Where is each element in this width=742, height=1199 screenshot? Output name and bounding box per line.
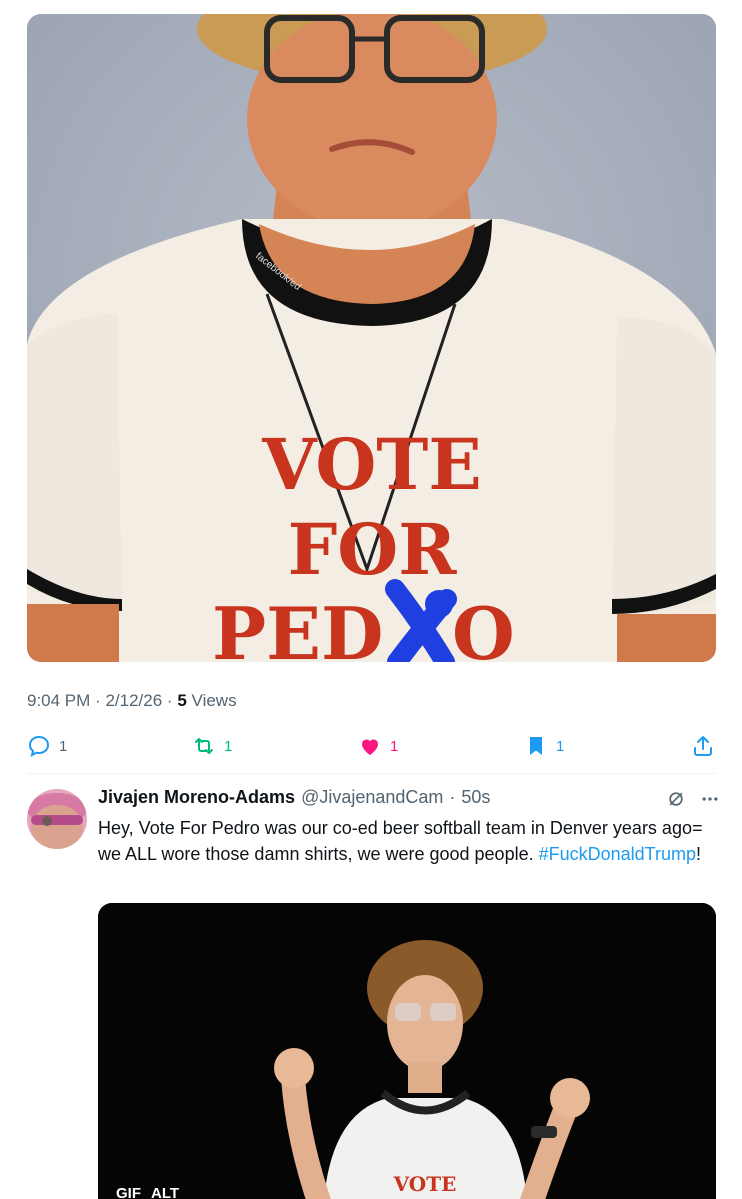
- vote-for-pedro-photo: facebook/ed VOTE FOR PED O: [27, 14, 716, 662]
- shirt-line-ped: PED: [212, 591, 383, 662]
- divider: [27, 773, 716, 774]
- reply-button[interactable]: 1: [27, 734, 67, 758]
- bookmark-button[interactable]: 1: [524, 734, 564, 758]
- retweet-count: 1: [224, 737, 233, 755]
- like-count: 1: [390, 737, 399, 755]
- meta-separator: ·: [95, 691, 101, 710]
- post-date[interactable]: 2/12/26: [105, 691, 162, 710]
- reply-count: 1: [59, 737, 68, 755]
- gif-shirt-text: VOTE: [393, 1172, 457, 1196]
- share-icon: [694, 736, 712, 756]
- reply-gif[interactable]: VOTE: [98, 903, 716, 1199]
- gif-badge: GIF: [116, 1185, 141, 1199]
- reply-header: Jivajen Moreno-Adams @JivajenandCam · 50…: [98, 787, 490, 808]
- post-image[interactable]: facebook/ed VOTE FOR PED O: [27, 14, 716, 662]
- grok-icon[interactable]: [666, 789, 686, 809]
- like-button[interactable]: 1: [358, 734, 398, 758]
- reply-author-name[interactable]: Jivajen Moreno-Adams: [98, 787, 295, 808]
- reply-icon: [28, 735, 50, 757]
- gif-badges: GIF ALT: [116, 1185, 179, 1199]
- reply-body-end: !: [696, 844, 702, 864]
- post-actions: 1 1 1 1: [27, 734, 716, 758]
- retweet-icon: [195, 738, 213, 754]
- napoleon-gif-frame: VOTE: [98, 903, 716, 1199]
- bookmark-icon: [530, 737, 542, 755]
- shirt-line-o: O: [452, 591, 515, 662]
- reply-hashtag[interactable]: #FuckDonaldTrump: [539, 844, 696, 864]
- bookmark-count: 1: [556, 737, 565, 755]
- post-meta: 9:04 PM · 2/12/26 · 5 Views: [27, 691, 237, 711]
- alt-badge[interactable]: ALT: [151, 1185, 179, 1199]
- top-strip: [0, 0, 742, 14]
- shirt-line-vote: VOTE: [261, 423, 482, 506]
- reply-author-handle[interactable]: @JivajenandCam: [301, 787, 443, 808]
- avatar-image: [27, 789, 87, 849]
- meta-separator: ·: [166, 691, 173, 710]
- retweet-button[interactable]: 1: [192, 734, 232, 758]
- views-count: 5: [177, 691, 187, 710]
- shirt-line-for: FOR: [288, 508, 458, 591]
- reply-time[interactable]: 50s: [461, 787, 490, 808]
- heart-icon: [362, 739, 378, 755]
- post-time[interactable]: 9:04 PM: [27, 691, 90, 710]
- views-label: Views: [191, 691, 237, 710]
- share-button[interactable]: [691, 734, 723, 758]
- more-icon[interactable]: [700, 789, 720, 809]
- reply-text: Hey, Vote For Pedro was our co-ed beer s…: [98, 815, 710, 867]
- avatar[interactable]: [27, 789, 87, 849]
- reply-header-icons: [666, 789, 720, 809]
- reply-separator: ·: [449, 787, 456, 807]
